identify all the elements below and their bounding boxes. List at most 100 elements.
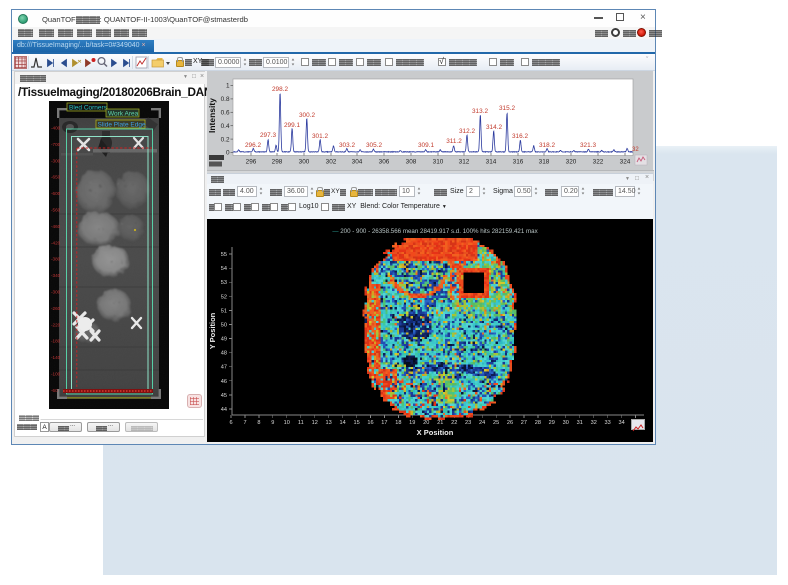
svg-text:-420: -420 — [51, 240, 61, 245]
svg-text:-650: -650 — [51, 175, 61, 180]
svg-text:Slide Plate Edge: Slide Plate Edge — [98, 122, 146, 129]
svg-text:Work Area: Work Area — [108, 111, 139, 118]
svg-text:54: 54 — [221, 266, 227, 272]
svg-text:-140: -140 — [51, 355, 61, 360]
svg-text:-220: -220 — [51, 322, 61, 327]
svg-text:45: 45 — [221, 393, 227, 399]
svg-text:51: 51 — [221, 308, 227, 314]
svg-text:13: 13 — [325, 420, 331, 426]
svg-text:296: 296 — [246, 159, 257, 166]
svg-text:308: 308 — [406, 159, 417, 166]
svg-text:322: 322 — [593, 159, 604, 166]
svg-text:15: 15 — [353, 420, 359, 426]
svg-text:300: 300 — [299, 159, 310, 166]
svg-text:311.2: 311.2 — [446, 138, 462, 145]
svg-text:298.2: 298.2 — [272, 86, 288, 93]
svg-text:32: 32 — [632, 147, 639, 153]
svg-text:32: 32 — [591, 420, 597, 426]
svg-text:48: 48 — [221, 351, 227, 357]
svg-text:-700: -700 — [51, 142, 61, 147]
svg-text:-60: -60 — [51, 388, 58, 393]
svg-text:-300: -300 — [51, 290, 61, 295]
svg-text:50: 50 — [221, 323, 227, 329]
svg-text:318.2: 318.2 — [539, 142, 555, 149]
svg-text:52: 52 — [221, 294, 227, 300]
svg-text:Bled Corners: Bled Corners — [69, 105, 108, 112]
svg-text:299.1: 299.1 — [284, 122, 300, 129]
svg-text:11: 11 — [298, 420, 304, 426]
svg-text:30: 30 — [563, 420, 569, 426]
svg-text:49: 49 — [221, 337, 227, 343]
svg-text:-180: -180 — [51, 339, 61, 344]
svg-text:-560: -560 — [51, 208, 61, 213]
svg-text:0.6: 0.6 — [221, 110, 230, 117]
svg-text:314: 314 — [486, 159, 497, 166]
svg-text:301.2: 301.2 — [312, 133, 328, 140]
svg-text:55: 55 — [221, 252, 227, 258]
svg-text:22: 22 — [451, 420, 457, 426]
svg-text:-100: -100 — [51, 372, 61, 377]
svg-text:310: 310 — [433, 159, 444, 166]
svg-text:26: 26 — [507, 420, 513, 426]
svg-text:21: 21 — [437, 420, 443, 426]
svg-text:X Position: X Position — [417, 428, 454, 437]
svg-text:46: 46 — [221, 379, 227, 385]
svg-text:296.2: 296.2 — [245, 142, 261, 149]
svg-text:-300: -300 — [51, 158, 61, 163]
svg-text:1: 1 — [226, 83, 230, 90]
svg-text:-340: -340 — [51, 273, 61, 278]
svg-text:-600: -600 — [51, 191, 61, 196]
svg-text:18: 18 — [395, 420, 401, 426]
svg-text:-460: -460 — [51, 224, 61, 229]
svg-text:318: 318 — [539, 159, 550, 166]
svg-text:0: 0 — [226, 150, 230, 157]
svg-text:320: 320 — [566, 159, 577, 166]
svg-text:316: 316 — [513, 159, 524, 166]
svg-text:300.2: 300.2 — [299, 112, 315, 119]
svg-text:16: 16 — [367, 420, 373, 426]
svg-text:12: 12 — [312, 420, 318, 426]
svg-text:47: 47 — [221, 365, 227, 371]
svg-text:314.2: 314.2 — [486, 124, 502, 131]
svg-text:303.2: 303.2 — [339, 142, 355, 149]
svg-text:305.2: 305.2 — [366, 142, 382, 149]
svg-text:6: 6 — [229, 420, 232, 426]
svg-text:17: 17 — [381, 420, 387, 426]
svg-text:306: 306 — [379, 159, 390, 166]
svg-text:Intensity: Intensity — [207, 98, 217, 133]
svg-text:297.3: 297.3 — [260, 132, 276, 139]
svg-text:Y Position: Y Position — [208, 312, 217, 349]
svg-text:19: 19 — [409, 420, 415, 426]
svg-text:0.8: 0.8 — [221, 96, 230, 103]
svg-text:8: 8 — [257, 420, 260, 426]
svg-text:27: 27 — [521, 420, 527, 426]
svg-text:53: 53 — [221, 280, 227, 286]
svg-text:0.4: 0.4 — [221, 123, 230, 130]
svg-text:20: 20 — [423, 420, 429, 426]
svg-text:0.2: 0.2 — [221, 136, 230, 143]
svg-text:-260: -260 — [51, 306, 61, 311]
svg-text:312: 312 — [459, 159, 470, 166]
svg-text:14: 14 — [339, 420, 345, 426]
svg-text:302: 302 — [326, 159, 337, 166]
svg-text:7: 7 — [243, 420, 246, 426]
svg-text:304: 304 — [352, 159, 363, 166]
svg-text:— 200 - 900 - 26358.566 mean 2: — 200 - 900 - 26358.566 mean 28419.917 s… — [332, 228, 538, 235]
svg-text:9: 9 — [271, 420, 274, 426]
svg-text:33: 33 — [604, 420, 610, 426]
svg-text:316.2: 316.2 — [512, 133, 528, 140]
svg-text:324: 324 — [620, 159, 631, 166]
svg-text:312.2: 312.2 — [459, 128, 475, 135]
svg-text:28: 28 — [535, 420, 541, 426]
svg-text:24: 24 — [479, 420, 485, 426]
svg-text:-400: -400 — [51, 126, 61, 131]
svg-text:10: 10 — [284, 420, 290, 426]
svg-text:31: 31 — [577, 420, 583, 426]
svg-text:44: 44 — [221, 407, 227, 413]
svg-text:313.2: 313.2 — [472, 108, 488, 115]
svg-text:298: 298 — [272, 159, 283, 166]
svg-text:23: 23 — [465, 420, 471, 426]
svg-text:29: 29 — [549, 420, 555, 426]
svg-text:34: 34 — [618, 420, 624, 426]
svg-text:321.3: 321.3 — [580, 142, 596, 149]
